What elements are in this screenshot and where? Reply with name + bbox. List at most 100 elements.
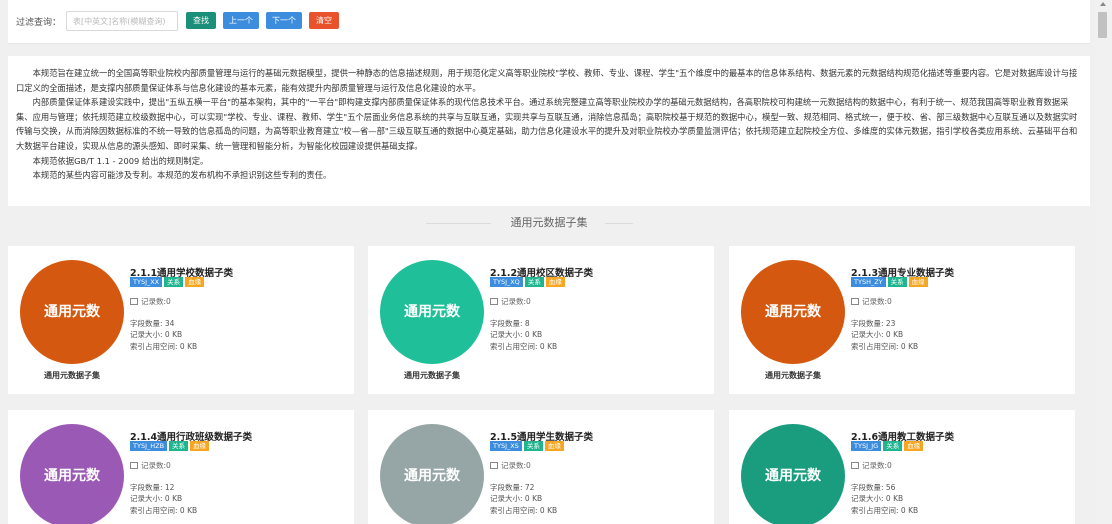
table-icon	[130, 462, 138, 469]
table-icon	[130, 298, 138, 305]
tag-row: TYSJ_HZB 关系 血缘	[130, 441, 211, 451]
circle-caption: 通用元数据子集	[44, 371, 100, 380]
relation-badge[interactable]: 关系	[164, 277, 184, 287]
record-size: 记录大小: 0 KB	[490, 330, 543, 340]
table-icon	[490, 298, 498, 305]
category-circle[interactable]: 通用元数	[380, 424, 484, 524]
record-count: 记录数:0	[851, 296, 892, 307]
field-count: 字段数量: 8	[490, 319, 530, 328]
index-size: 索引占用空间: 0 KB	[490, 505, 558, 515]
category-circle[interactable]: 通用元数	[741, 424, 845, 524]
index-size: 索引占用空间: 0 KB	[851, 341, 919, 351]
relation-badge[interactable]: 关系	[883, 441, 903, 451]
lineage-badge[interactable]: 血缘	[185, 277, 205, 287]
field-count: 字段数量: 56	[851, 483, 896, 492]
record-count-label: 记录数:0	[141, 461, 171, 470]
tag-row: TYSJ_JG 关系 血缘	[851, 441, 925, 451]
intro-paragraph: 本规范依据GB/T 1.1 - 2009 给出的规则制定。	[32, 155, 209, 166]
scroll-thumb[interactable]	[1098, 12, 1107, 38]
dataset-card[interactable]: 通用元数 通用元数据子集 2.1.3通用专业数据子类 TYSH_ZY 关系 血缘 记录数:0…	[729, 246, 1075, 394]
intro-text: 本规范旨在建立统一的全国高等职业院校内部质量管理与运行的基础元数据模型，提供一种…	[8, 56, 1090, 206]
category-circle[interactable]: 通用元数	[741, 260, 845, 364]
record-count-label: 记录数:0	[501, 461, 531, 470]
lineage-badge[interactable]: 血缘	[908, 277, 928, 287]
category-circle[interactable]: 通用元数	[20, 424, 124, 524]
index-size: 索引占用空间: 0 KB	[130, 505, 198, 515]
lineage-badge[interactable]: 血缘	[190, 441, 210, 451]
lineage-badge[interactable]: 血缘	[545, 277, 565, 287]
circle-caption: 通用元数据子集	[404, 371, 460, 380]
stats: 字段数量: 8 记录大小: 0 KB 索引占用空间: 0 KB	[490, 318, 557, 352]
lineage-badge[interactable]: 血缘	[904, 441, 924, 451]
record-count: 记录数:0	[851, 460, 892, 471]
relation-badge[interactable]: 关系	[523, 441, 543, 451]
record-count-label: 记录数:0	[862, 461, 892, 470]
index-size: 索引占用空间: 0 KB	[490, 341, 558, 351]
clear-button[interactable]: 清空	[309, 12, 339, 29]
field-count: 字段数量: 23	[851, 319, 896, 328]
filter-bar: 过滤查询： 查找 上一个 下一个 清空	[8, 0, 1090, 44]
dataset-card[interactable]: 通用元数 通用元数据子集 2.1.1通用学校数据子类 TYSJ_XX 关系 血缘 记录数:0…	[8, 246, 354, 394]
record-count-label: 记录数:0	[141, 297, 171, 306]
record-count: 记录数:0	[130, 296, 171, 307]
next-button[interactable]: 下一个	[266, 12, 302, 29]
table-icon	[851, 298, 859, 305]
table-icon	[851, 462, 859, 469]
table-icon	[490, 462, 498, 469]
dataset-card[interactable]: 通用元数 2.1.4通用行政班级数据子类 TYSJ_HZB 关系 血缘 记录数:0 字段数量…	[8, 410, 354, 524]
stats: 字段数量: 72 记录大小: 0 KB 索引占用空间: 0 KB	[490, 482, 557, 516]
stats: 字段数量: 23 记录大小: 0 KB 索引占用空间: 0 KB	[851, 318, 918, 352]
search-input[interactable]	[66, 11, 178, 31]
record-count: 记录数:0	[490, 296, 531, 307]
record-count-label: 记录数:0	[862, 297, 892, 306]
record-count: 记录数:0	[130, 460, 171, 471]
field-count: 字段数量: 34	[130, 319, 175, 328]
table-code-badge[interactable]: TYSH_ZY	[851, 277, 886, 287]
intro-paragraph: 本规范的某些内容可能涉及专利。本规范的发布机构不承担识别这些专利的责任。	[32, 170, 332, 181]
index-size: 索引占用空间: 0 KB	[130, 341, 198, 351]
dataset-card[interactable]: 通用元数 通用元数据子集 2.1.2通用校区数据子类 TYSJ_XQ 关系 血缘 记录数:0…	[368, 246, 714, 394]
table-code-badge[interactable]: TYSJ_XS	[490, 441, 522, 451]
field-count: 字段数量: 72	[490, 483, 535, 492]
record-size: 记录大小: 0 KB	[490, 494, 543, 504]
table-code-badge[interactable]: TYSJ_JG	[851, 441, 882, 451]
index-size: 索引占用空间: 0 KB	[851, 505, 919, 515]
stats: 字段数量: 56 记录大小: 0 KB 索引占用空间: 0 KB	[851, 482, 918, 516]
relation-badge[interactable]: 关系	[169, 441, 189, 451]
search-button[interactable]: 查找	[186, 12, 216, 29]
tag-row: TYSJ_XQ 关系 血缘	[490, 277, 567, 287]
circle-caption: 通用元数据子集	[765, 371, 821, 380]
vertical-scrollbar[interactable]	[1095, 0, 1112, 524]
record-count-label: 记录数:0	[501, 297, 531, 306]
relation-badge[interactable]: 关系	[887, 277, 907, 287]
intro-paragraph: 本规范旨在建立统一的全国高等职业院校内部质量管理与运行的基础元数据模型，提供一种…	[16, 68, 1078, 93]
record-count: 记录数:0	[490, 460, 531, 471]
table-code-badge[interactable]: TYSJ_XQ	[490, 277, 523, 287]
relation-badge[interactable]: 关系	[524, 277, 544, 287]
section-title: 通用元数据子集	[510, 216, 588, 229]
table-code-badge[interactable]: TYSJ_XX	[130, 277, 163, 287]
record-size: 记录大小: 0 KB	[130, 330, 183, 340]
dataset-card[interactable]: 通用元数 2.1.5通用学生数据子类 TYSJ_XS 关系 血缘 记录数:0 字段数量: 7…	[368, 410, 714, 524]
dataset-card[interactable]: 通用元数 2.1.6通用教工数据子类 TYSJ_JG 关系 血缘 记录数:0 字段数量: 5…	[729, 410, 1075, 524]
tag-row: TYSJ_XS 关系 血缘	[490, 441, 566, 451]
divider	[426, 223, 491, 224]
tag-row: TYSJ_XX 关系 血缘	[130, 277, 206, 287]
prev-button[interactable]: 上一个	[223, 12, 259, 29]
table-code-badge[interactable]: TYSJ_HZB	[130, 441, 168, 451]
lineage-badge[interactable]: 血缘	[544, 441, 564, 451]
intro-paragraph: 内部质量保证体系建设实践中，提出"五纵五横一平台"的基本架构，其中的"一平台"即…	[16, 97, 1078, 151]
filter-label: 过滤查询：	[16, 18, 62, 28]
stats: 字段数量: 34 记录大小: 0 KB 索引占用空间: 0 KB	[130, 318, 197, 352]
record-size: 记录大小: 0 KB	[130, 494, 183, 504]
scroll-up-arrow-icon[interactable]	[1100, 2, 1106, 6]
tag-row: TYSH_ZY 关系 血缘	[851, 277, 930, 287]
main-content: 过滤查询： 查找 上一个 下一个 清空 本规范旨在建立统一的全国高等职业院校内部…	[8, 0, 1090, 524]
record-size: 记录大小: 0 KB	[851, 494, 904, 504]
field-count: 字段数量: 12	[130, 483, 175, 492]
divider	[605, 223, 633, 224]
stats: 字段数量: 12 记录大小: 0 KB 索引占用空间: 0 KB	[130, 482, 197, 516]
category-circle[interactable]: 通用元数	[20, 260, 124, 364]
section-header: 通用元数据子集	[8, 213, 1090, 233]
category-circle[interactable]: 通用元数	[380, 260, 484, 364]
